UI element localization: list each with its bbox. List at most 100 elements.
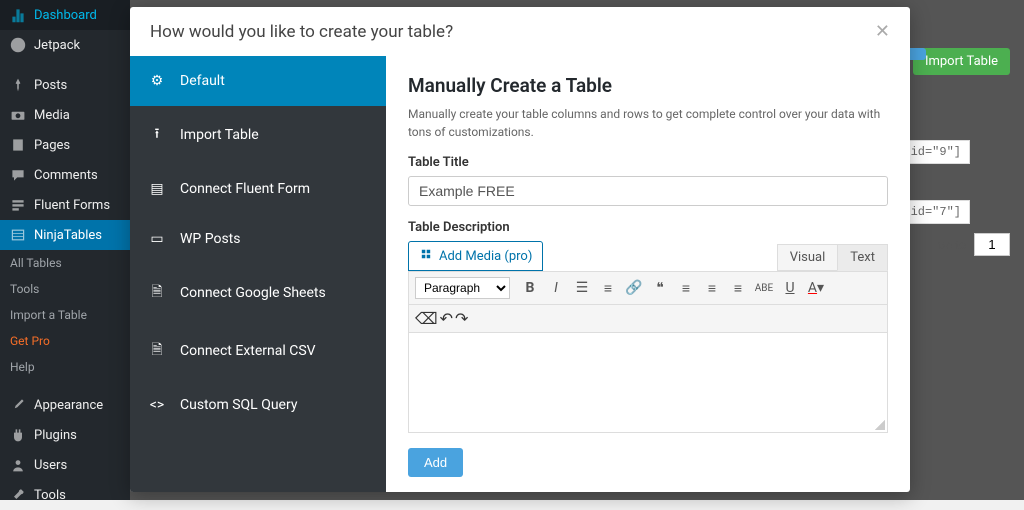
menu-posts[interactable]: Posts xyxy=(0,70,130,100)
goto-input[interactable] xyxy=(974,233,1010,256)
menu-label: Posts xyxy=(34,78,67,93)
nav-default[interactable]: ⚙ Default xyxy=(130,56,386,106)
shortcode-snippet: id="9"] xyxy=(902,140,970,164)
add-button[interactable]: Add xyxy=(408,448,463,477)
nav-external-csv[interactable]: 🗎Connect External CSV xyxy=(130,322,386,380)
submenu-all-tables[interactable]: All Tables xyxy=(0,250,130,276)
menu-dashboard[interactable]: Dashboard xyxy=(0,0,130,30)
goto-label: Go to xyxy=(937,238,966,252)
menu-label: All Tables xyxy=(10,256,62,270)
create-table-modal: How would you like to create your table?… xyxy=(130,7,910,492)
menu-label: Get Pro xyxy=(10,334,50,348)
submenu-help[interactable]: Help xyxy=(0,354,130,380)
strikethrough-icon[interactable]: ABE xyxy=(752,276,776,300)
jetpack-icon xyxy=(10,37,26,53)
menu-label: Plugins xyxy=(34,428,77,443)
table-title-label: Table Title xyxy=(408,155,888,170)
nav-label: Connect Fluent Form xyxy=(180,181,310,197)
align-center-icon[interactable]: ≡ xyxy=(700,276,724,300)
modal-title: How would you like to create your table? xyxy=(150,22,453,42)
dashboard-icon xyxy=(10,7,26,23)
text-color-icon[interactable]: A ▾ xyxy=(804,276,828,300)
menu-comments[interactable]: Comments xyxy=(0,160,130,190)
form-icon: ▤ xyxy=(148,181,166,197)
menu-label: Dashboard xyxy=(34,8,97,23)
camera-icon xyxy=(10,107,26,123)
modal-header: How would you like to create your table?… xyxy=(130,7,910,56)
align-left-icon[interactable]: ≡ xyxy=(674,276,698,300)
add-media-button[interactable]: Add Media (pro) xyxy=(408,241,543,271)
page-icon xyxy=(10,137,26,153)
format-select[interactable]: Paragraph xyxy=(415,277,510,299)
sheet-icon: 🗎 xyxy=(148,281,166,305)
wp-admin-sidebar: Dashboard Jetpack Posts Media Pages Comm… xyxy=(0,0,130,500)
tab-text[interactable]: Text xyxy=(837,244,888,271)
table-desc-label: Table Description xyxy=(408,220,888,235)
import-table-button-bg[interactable]: Import Table xyxy=(913,48,1010,75)
rich-editor: Add Media (pro) Visual Text Paragraph B … xyxy=(408,241,888,433)
redo-icon[interactable]: ↷ xyxy=(455,309,468,328)
submenu-import-table[interactable]: Import a Table xyxy=(0,302,130,328)
menu-label: Tools xyxy=(10,282,39,296)
nav-label: Import Table xyxy=(180,127,259,143)
number-list-icon[interactable]: ≡ xyxy=(596,276,620,300)
quote-icon[interactable]: ❝ xyxy=(648,276,672,300)
menu-label: Tools xyxy=(34,488,66,503)
nav-label: Connect Google Sheets xyxy=(180,285,326,301)
table-title-input[interactable] xyxy=(408,176,888,206)
nav-fluent-form[interactable]: ▤ Connect Fluent Form xyxy=(130,164,386,214)
tab-visual[interactable]: Visual xyxy=(777,244,838,271)
link-icon[interactable]: 🔗 xyxy=(622,276,646,300)
nav-label: Default xyxy=(180,73,225,89)
editor-toolbar: Paragraph B I ☰ ≡ 🔗 ❝ ≡ ≡ ≡ ABE U A ▾ xyxy=(408,271,888,305)
align-right-icon[interactable]: ≡ xyxy=(726,276,750,300)
submenu-get-pro[interactable]: Get Pro xyxy=(0,328,130,354)
nav-google-sheets[interactable]: 🗎 Connect Google Sheets xyxy=(130,264,386,322)
upload-icon: ⭱ xyxy=(148,123,166,147)
bullet-list-icon[interactable]: ☰ xyxy=(570,276,594,300)
bold-icon[interactable]: B xyxy=(518,276,542,300)
modal-content: Manually Create a Table Manually create … xyxy=(386,56,910,492)
menu-label: Appearance xyxy=(34,398,103,413)
nav-import-table[interactable]: ⭱ Import Table xyxy=(130,106,386,164)
nav-sql-query[interactable]: <>Custom SQL Query xyxy=(130,380,386,430)
menu-fluent-forms[interactable]: Fluent Forms xyxy=(0,190,130,220)
menu-tools[interactable]: Tools xyxy=(0,480,130,510)
editor-toolbar-2: ⌫ ↶ ↷ xyxy=(408,305,888,333)
editor-textarea[interactable] xyxy=(408,333,888,433)
undo-icon[interactable]: ↶ xyxy=(440,309,453,328)
posts-icon: ▭ xyxy=(148,231,166,247)
menu-label: Jetpack xyxy=(34,38,80,53)
gear-icon: ⚙ xyxy=(148,73,166,89)
brush-icon xyxy=(10,397,26,413)
menu-label: Media xyxy=(34,108,70,123)
menu-jetpack[interactable]: Jetpack xyxy=(0,30,130,60)
nav-wp-posts[interactable]: ▭ WP Posts xyxy=(130,214,386,264)
media-icon xyxy=(419,247,433,265)
code-icon: <> xyxy=(148,397,166,413)
btn-label: Add Media (pro) xyxy=(439,249,532,264)
nav-label: WP Posts xyxy=(180,231,240,247)
clear-format-icon[interactable]: ⌫ xyxy=(415,309,438,328)
menu-label: Help xyxy=(10,360,35,374)
content-description: Manually create your table columns and r… xyxy=(408,105,888,141)
menu-plugins[interactable]: Plugins xyxy=(0,420,130,450)
menu-media[interactable]: Media xyxy=(0,100,130,130)
underline-icon[interactable]: U xyxy=(778,276,802,300)
goto-box: Go to xyxy=(937,233,1010,256)
menu-users[interactable]: Users xyxy=(0,450,130,480)
close-icon[interactable]: ✕ xyxy=(875,21,890,42)
menu-ninja-tables[interactable]: NinjaTables xyxy=(0,220,130,250)
menu-appearance[interactable]: Appearance xyxy=(0,390,130,420)
menu-label: Import a Table xyxy=(10,308,87,322)
italic-icon[interactable]: I xyxy=(544,276,568,300)
btn-label: Import Table xyxy=(925,54,998,69)
menu-label: Fluent Forms xyxy=(34,198,110,213)
csv-icon: 🗎 xyxy=(148,339,166,363)
plug-icon xyxy=(10,427,26,443)
wrench-icon xyxy=(10,487,26,503)
form-icon xyxy=(10,197,26,213)
submenu-tools[interactable]: Tools xyxy=(0,276,130,302)
menu-pages[interactable]: Pages xyxy=(0,130,130,160)
menu-label: Comments xyxy=(34,168,98,183)
